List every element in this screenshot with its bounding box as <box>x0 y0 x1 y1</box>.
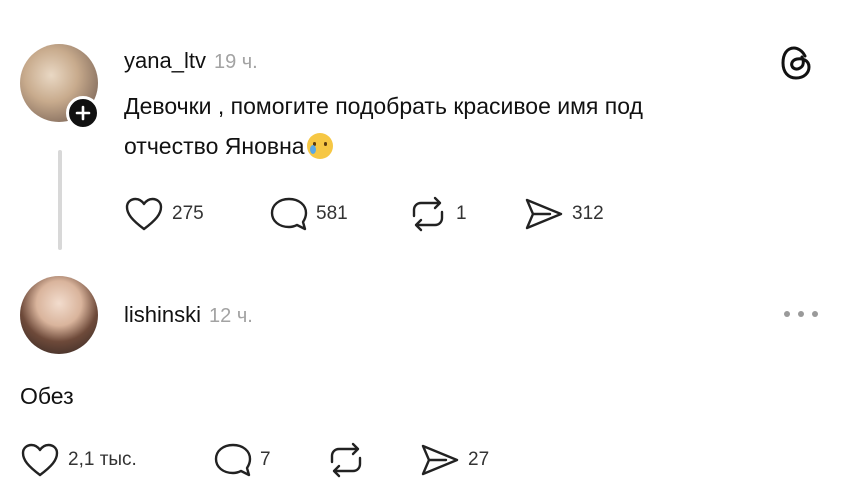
reply-time: 12 ч. <box>209 305 253 327</box>
reply-share-count: 27 <box>468 449 490 470</box>
post-like-button[interactable]: 275 <box>124 196 204 232</box>
reply-like-button[interactable]: 2,1 тыс. <box>20 442 137 478</box>
post-repost-count: 1 <box>456 203 467 224</box>
follow-plus-button[interactable] <box>66 96 100 130</box>
post-like-count: 275 <box>172 203 204 224</box>
thread-line <box>58 150 62 250</box>
heart-icon <box>21 443 59 477</box>
heart-icon <box>125 197 163 231</box>
repost-icon <box>412 196 444 232</box>
share-icon <box>525 198 563 230</box>
crying-face-emoji-icon <box>306 133 333 159</box>
reply-header: lishinski 12 ч. <box>124 302 253 328</box>
reply-text: Обез <box>20 383 74 409</box>
share-icon <box>421 444 459 476</box>
reply-like-count: 2,1 тыс. <box>68 449 137 470</box>
post-comment-count: 581 <box>316 203 348 224</box>
more-icon <box>784 311 818 317</box>
reply-comment-button[interactable]: 7 <box>214 442 271 478</box>
post-text-line2-content: отчество Яновна <box>124 133 305 159</box>
post-share-count: 312 <box>572 203 604 224</box>
more-options-button[interactable] <box>782 306 820 324</box>
post-header: yana_ltv 19 ч. <box>124 48 258 74</box>
post-username[interactable]: yana_ltv <box>124 48 206 74</box>
post-share-button[interactable]: 312 <box>524 196 604 232</box>
reply-share-button[interactable]: 27 <box>420 442 489 478</box>
post-text: Девочки , помогите подобрать красивое им… <box>124 86 824 166</box>
post-repost-button[interactable]: 1 <box>408 196 467 232</box>
post-time: 19 ч. <box>213 51 258 73</box>
reply-username[interactable]: lishinski <box>124 302 201 328</box>
reply-comment-count: 7 <box>260 449 271 470</box>
post-comment-button[interactable]: 581 <box>270 196 348 232</box>
post-text-line1: Девочки , помогите подобрать красивое им… <box>124 93 643 119</box>
plus-icon <box>75 105 91 121</box>
reply-repost-button[interactable] <box>326 442 374 478</box>
comment-icon <box>214 443 252 477</box>
threads-logo-icon[interactable] <box>780 44 814 87</box>
avatar-lishinski[interactable] <box>20 276 98 354</box>
comment-icon <box>270 197 308 231</box>
repost-icon <box>330 442 362 478</box>
post-text-line2: отчество Яновна <box>124 126 824 166</box>
